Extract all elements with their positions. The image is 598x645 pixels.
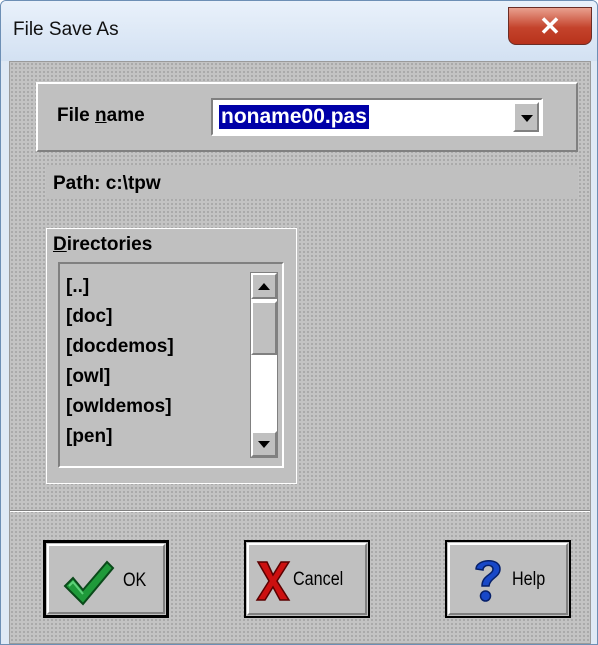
cancel-button[interactable]: Cancel (244, 540, 370, 618)
question-mark-icon (475, 560, 501, 602)
checkmark-icon (63, 560, 115, 606)
cancel-label: Cancel (293, 569, 344, 590)
close-icon: ✕ (539, 11, 561, 41)
x-icon (255, 561, 291, 601)
divider (10, 510, 590, 512)
ok-button[interactable]: OK (43, 540, 169, 618)
file-name-label: File name (57, 105, 145, 126)
close-button[interactable]: ✕ (508, 7, 592, 45)
ok-label: OK (123, 570, 147, 591)
vertical-scrollbar[interactable] (250, 272, 278, 458)
list-item[interactable]: [pen] (66, 422, 174, 452)
list-item[interactable]: [owl] (66, 362, 174, 392)
chevron-down-icon[interactable] (513, 102, 539, 132)
file-name-input[interactable]: noname00.pas (219, 105, 369, 129)
list-item[interactable]: [docdemos] (66, 332, 174, 362)
scroll-down-icon[interactable] (251, 431, 277, 457)
directories-list: [..] [doc] [docdemos] [owl] [owldemos] [… (66, 272, 174, 452)
scroll-thumb[interactable] (251, 301, 277, 355)
directories-listbox[interactable]: [..] [doc] [docdemos] [owl] [owldemos] [… (58, 262, 284, 468)
list-item[interactable]: [owldemos] (66, 392, 174, 422)
title-bar[interactable]: File Save As ✕ (1, 1, 597, 61)
help-label: Help (512, 569, 546, 590)
list-item[interactable]: [..] (66, 272, 174, 302)
file-save-as-dialog: File Save As ✕ File name noname00.pas Pa… (0, 0, 598, 645)
path-display: Path: c:\tpw (46, 165, 578, 199)
directories-label: Directories (53, 234, 153, 255)
dialog-client-area: File name noname00.pas Path: c:\tpw Dire… (9, 61, 591, 644)
directories-group: Directories [..] [doc] [docdemos] [owl] … (46, 228, 297, 484)
window-title: File Save As (13, 19, 119, 40)
file-name-group: File name noname00.pas (36, 82, 578, 152)
scroll-up-icon[interactable] (251, 273, 277, 299)
file-name-combobox[interactable]: noname00.pas (211, 98, 543, 136)
list-item[interactable]: [doc] (66, 302, 174, 332)
help-button[interactable]: Help (445, 540, 571, 618)
